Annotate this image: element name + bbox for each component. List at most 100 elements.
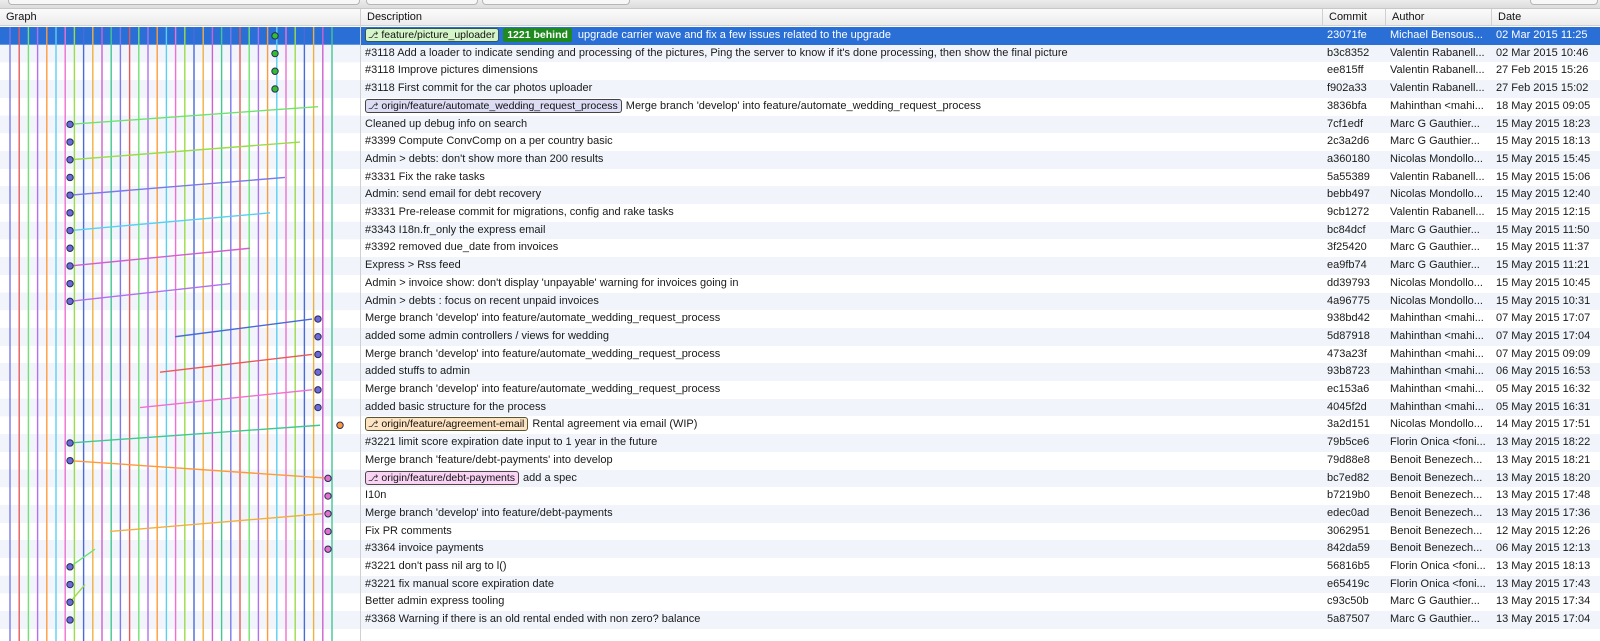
column-header-commit[interactable]: Commit — [1323, 9, 1386, 25]
commit-message: #3331 Pre-release commit for migrations,… — [365, 206, 674, 218]
column-header-description[interactable]: Description — [361, 9, 1323, 25]
commit-author: Florin Onica <foni... — [1390, 577, 1486, 590]
commit-hash: ea9fb74 — [1327, 259, 1367, 272]
commit-message: Merge branch 'develop' into feature/auto… — [365, 383, 721, 395]
commit-node — [271, 32, 279, 40]
branch-label-text: origin/feature/agreement-email — [381, 418, 525, 431]
commit-author: Mahinthan <mahi... — [1390, 99, 1484, 112]
commit-hash: a360180 — [1327, 152, 1370, 165]
branch-label[interactable]: ⎇ origin/feature/debt-payments — [365, 470, 520, 485]
commit-message: Admin > invoice show: don't display 'unp… — [365, 276, 739, 289]
column-header-graph[interactable]: Graph — [0, 9, 361, 25]
commit-node — [271, 85, 279, 93]
commit-hash: e65419c — [1327, 577, 1370, 590]
commit-node — [66, 580, 74, 589]
commit-node — [66, 297, 74, 306]
column-header-author[interactable]: Author — [1386, 9, 1492, 25]
commit-description: added basic structure for the process — [365, 399, 1320, 417]
branch-icon: ⎇ — [368, 419, 379, 430]
commit-date: 13 May 2015 18:21 — [1496, 453, 1591, 466]
commit-description: Merge branch 'feature/debt-payments' int… — [365, 452, 1320, 470]
commit-author: Marc G Gauthier... — [1390, 613, 1480, 626]
commit-node — [66, 456, 74, 465]
commit-message: Merge branch 'develop' into feature/auto… — [625, 99, 981, 112]
commit-node — [66, 244, 74, 252]
commit-node — [66, 138, 74, 146]
commit-date: 15 May 2015 15:45 — [1496, 152, 1591, 165]
commit-author: Florin Onica <foni... — [1390, 560, 1486, 572]
branch-label[interactable]: ⎇ origin/feature/agreement-email — [365, 417, 529, 432]
commit-date: 13 May 2015 17:36 — [1496, 506, 1591, 519]
commit-description: Fix PR comments — [365, 523, 1320, 541]
toolbar-control[interactable] — [366, 0, 478, 5]
commit-date: 05 May 2015 16:32 — [1496, 383, 1591, 395]
branch-label[interactable]: ⎇ feature/picture_uploader — [365, 28, 500, 43]
commit-author: Mahinthan <mahi... — [1390, 400, 1484, 413]
commit-message: #3221 don't pass nil arg to l() — [365, 560, 507, 572]
commit-author: Marc G Gauthier... — [1390, 259, 1480, 272]
commit-description: #3331 Pre-release commit for migrations,… — [365, 204, 1320, 222]
commit-author: Benoit Benezech... — [1390, 542, 1483, 555]
branch-label-text: origin/feature/automate_wedding_request_… — [381, 99, 618, 112]
commit-date: 15 May 2015 11:21 — [1496, 259, 1590, 272]
commit-date: 15 May 2015 10:45 — [1496, 276, 1591, 289]
commit-node — [66, 156, 74, 164]
commit-message: #3368 Warning if there is an old rental … — [365, 613, 701, 626]
commit-message: added basic structure for the process — [365, 400, 546, 413]
commit-description: Admin > invoice show: don't display 'unp… — [365, 275, 1320, 293]
commit-hash: b7219b0 — [1327, 489, 1370, 502]
commit-author: Valentin Rabanell... — [1390, 64, 1485, 77]
commit-hash: 7cf1edf — [1327, 117, 1364, 130]
commit-message: Fix PR comments — [365, 524, 452, 537]
commit-date: 12 May 2015 12:26 — [1496, 524, 1591, 537]
commit-date: 27 Feb 2015 15:02 — [1496, 82, 1589, 95]
branch-label[interactable]: ⎇ origin/feature/automate_wedding_request… — [365, 98, 622, 113]
commit-date: 06 May 2015 16:53 — [1496, 365, 1591, 378]
column-header-date[interactable]: Date — [1492, 9, 1600, 25]
graph-row-shade — [0, 186, 360, 204]
commit-hash: b3c8352 — [1327, 46, 1370, 59]
commit-author: Valentin Rabanell... — [1390, 206, 1485, 218]
toolbar-control[interactable] — [8, 0, 360, 5]
commit-author: Mahinthan <mahi... — [1390, 347, 1484, 360]
commit-message: Admin > debts: don't show more than 200 … — [365, 152, 604, 165]
commit-message: added stuffs to admin — [365, 365, 470, 378]
commit-hash: 3f25420 — [1327, 241, 1367, 254]
commit-node — [314, 315, 322, 323]
commit-date: 13 May 2015 17:48 — [1496, 489, 1591, 502]
commit-description: #3399 Compute ConvComp on a per country … — [365, 133, 1320, 151]
toolbar-control[interactable] — [1530, 0, 1598, 5]
toolbar-control[interactable] — [482, 0, 630, 5]
commit-description: Cleaned up debug info on search — [365, 116, 1320, 134]
commit-message: #3364 invoice payments — [365, 542, 484, 555]
commit-description: #3118 First commit for the car photos up… — [365, 80, 1320, 98]
graph-row-shade — [0, 292, 360, 311]
commit-date: 15 May 2015 18:23 — [1496, 117, 1591, 130]
branch-label-text: origin/feature/debt-payments — [381, 471, 516, 484]
commit-hash: ec153a6 — [1327, 383, 1370, 395]
commit-hash: 5a87507 — [1327, 613, 1370, 626]
commit-hash: 5a55389 — [1327, 170, 1370, 183]
commit-date: 15 May 2015 11:50 — [1496, 223, 1590, 236]
commit-node — [324, 527, 332, 536]
commit-date: 07 May 2015 17:07 — [1496, 312, 1591, 325]
commit-hash: 938bd42 — [1327, 312, 1370, 325]
commit-node — [66, 173, 74, 182]
commit-description: #3221 limit score expiration date input … — [365, 434, 1320, 452]
commit-date: 15 May 2015 18:13 — [1496, 135, 1591, 148]
column-header-bar: Graph Description Commit Author Date — [0, 9, 1600, 26]
commit-author: Marc G Gauthier... — [1390, 241, 1480, 254]
commit-hash: 93b8723 — [1327, 365, 1370, 378]
graph-row-shade — [0, 80, 360, 98]
commit-message: Better admin express tooling — [365, 595, 505, 608]
commit-node — [271, 49, 279, 58]
commit-author: Benoit Benezech... — [1390, 471, 1483, 484]
commit-date: 02 Mar 2015 10:46 — [1496, 46, 1589, 59]
commit-hash: 3a2d151 — [1327, 418, 1370, 431]
behind-badge: 1221 behind — [503, 28, 572, 43]
commit-author: Valentin Rabanell... — [1390, 82, 1485, 95]
commit-description: Merge branch 'develop' into feature/debt… — [365, 505, 1320, 523]
commit-description: #3392 removed due_date from invoices — [365, 239, 1320, 257]
commit-author: Nicolas Mondollo... — [1390, 152, 1483, 165]
commit-date: 02 Mar 2015 11:25 — [1496, 29, 1588, 41]
